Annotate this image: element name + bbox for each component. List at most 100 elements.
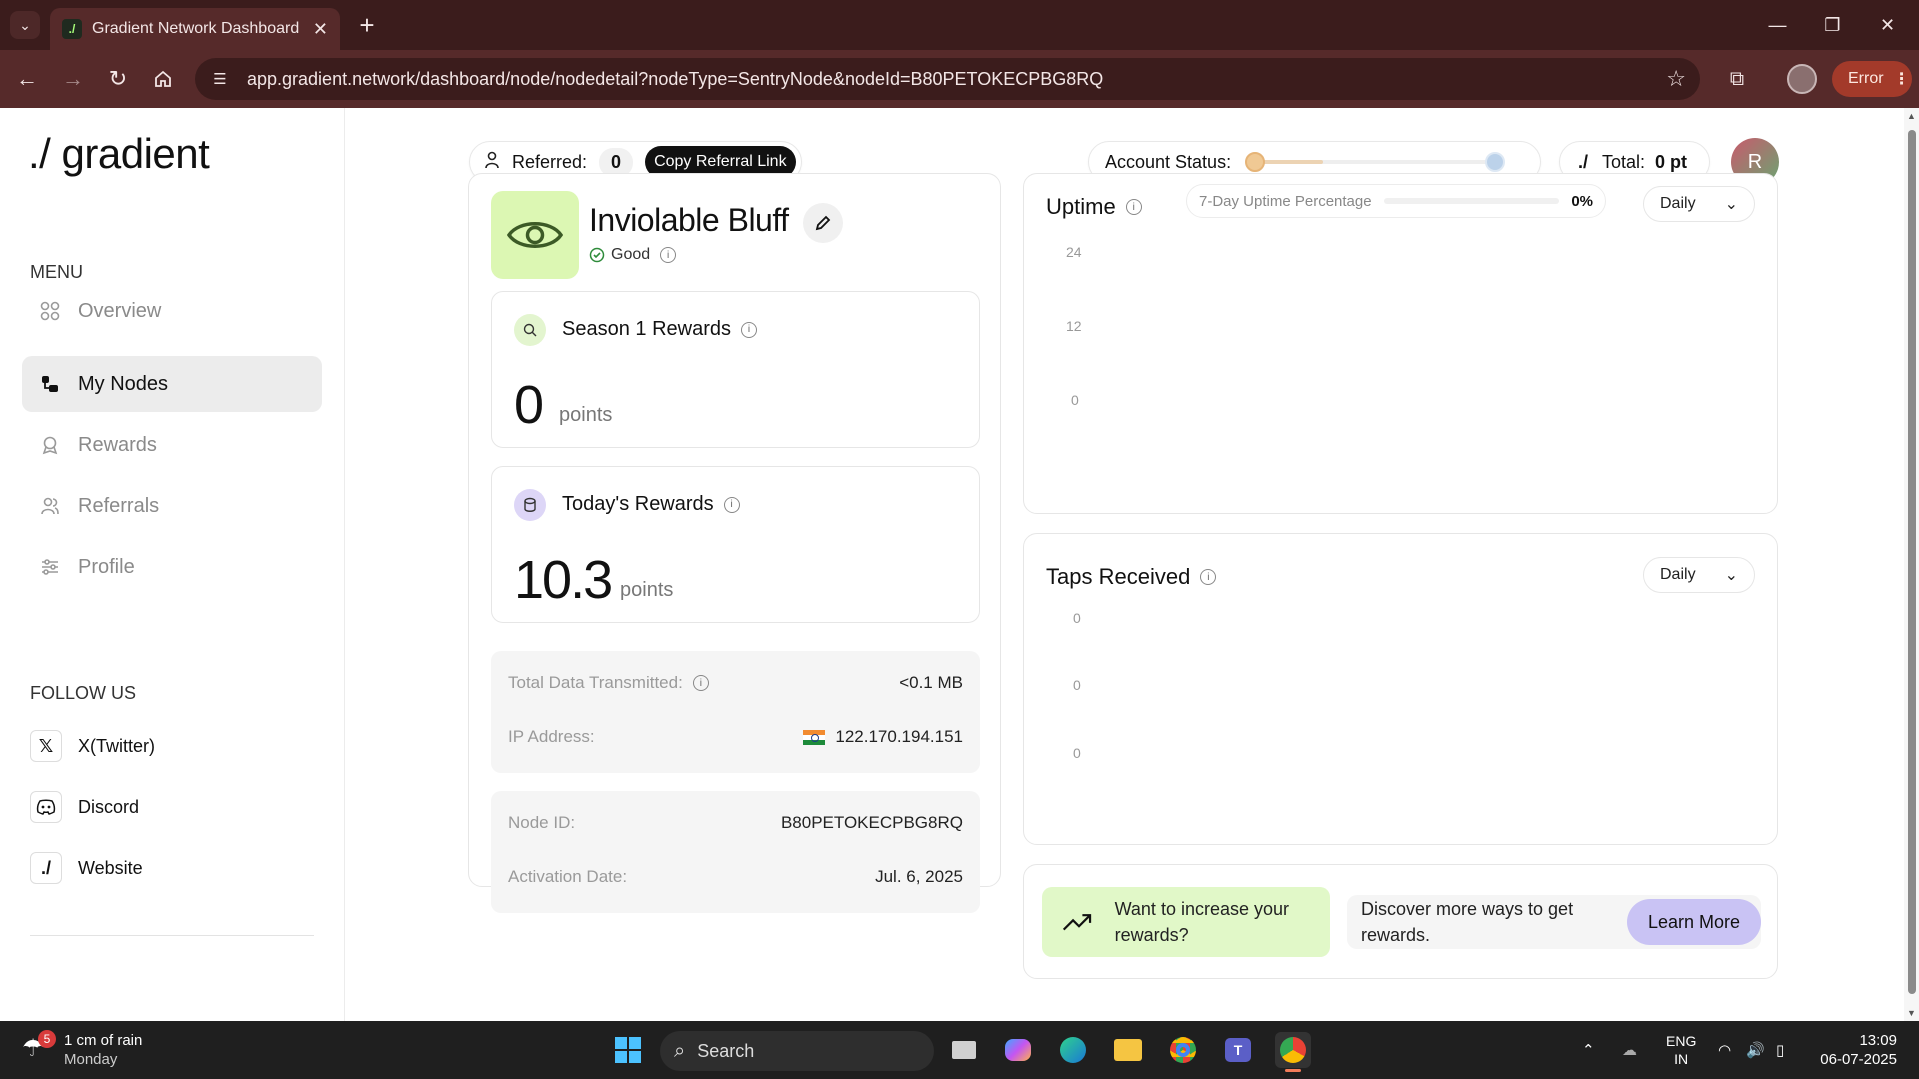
chevron-down-icon: ⌄: [19, 16, 31, 33]
promo-card: Want to increase your rewards? Discover …: [1023, 864, 1778, 979]
scroll-up-icon[interactable]: ▲: [1907, 111, 1916, 121]
info-icon[interactable]: i: [723, 496, 740, 513]
taps-tick: 0: [1073, 610, 1081, 626]
show-hidden-icons[interactable]: ⌃: [1582, 1021, 1595, 1079]
info-row-data: Total Data Transmitted: i <0.1 MB: [508, 673, 963, 693]
browser-tab-bar: ⌄ ./ Gradient Network Dashboard ✕ + ― ❐ …: [0, 0, 1919, 50]
clock-date: 06-07-2025: [1820, 1051, 1897, 1068]
windows-taskbar: ☂ 5 1 cm of rain Monday ⌕ Search T ⌃ ☁ E…: [0, 1021, 1919, 1079]
new-tab-button[interactable]: +: [352, 10, 382, 40]
info-icon[interactable]: i: [1125, 199, 1142, 215]
x-icon: 𝕏: [30, 730, 62, 762]
taps-received-card: Taps Received i Daily ⌄ 0 0 0: [1023, 533, 1778, 845]
edge-icon[interactable]: [1055, 1032, 1091, 1068]
activation-value: Jul. 6, 2025: [875, 867, 963, 886]
info-icon[interactable]: i: [740, 321, 757, 338]
info-row-ip: IP Address: 122.170.194.151: [508, 727, 963, 747]
node-detail-card: Inviolable Bluff Good i Season 1 Rewards…: [468, 173, 1001, 913]
wifi-icon[interactable]: ◠: [1718, 1021, 1731, 1079]
uptime-period-select[interactable]: Daily ⌄: [1643, 186, 1755, 222]
total-data-value: <0.1 MB: [899, 673, 963, 692]
file-explorer-icon[interactable]: [1110, 1032, 1146, 1068]
node-id-info: Node ID: B80PETOKECPBG8RQ Activation Dat…: [491, 791, 980, 913]
task-view-icon[interactable]: [946, 1032, 982, 1068]
tab-search-button[interactable]: ⌄: [10, 11, 40, 39]
teams-icon[interactable]: T: [1220, 1032, 1256, 1068]
node-id-value: B80PETOKECPBG8RQ: [780, 813, 963, 832]
social-link-website[interactable]: ./ Website: [30, 850, 143, 886]
social-link-twitter[interactable]: 𝕏 X(Twitter): [30, 728, 155, 764]
close-window-button[interactable]: ✕: [1860, 0, 1915, 50]
sidebar: ./ gradient MENU Overview My Nodes Rewar…: [0, 108, 345, 1021]
taps-period-select[interactable]: Daily ⌄: [1643, 557, 1755, 593]
address-bar[interactable]: ☰ app.gradient.network/dashboard/node/no…: [195, 58, 1700, 100]
browser-error-button[interactable]: Error ⋮: [1832, 61, 1912, 97]
bookmark-star-icon[interactable]: ☆: [1666, 66, 1686, 92]
sidebar-item-profile[interactable]: Profile: [22, 539, 322, 595]
chrome-active-icon[interactable]: [1275, 1032, 1311, 1072]
gradient-logo[interactable]: ./ gradient: [28, 130, 210, 178]
taps-title: Taps Received i: [1046, 564, 1217, 590]
season-rewards-value: 0: [514, 375, 544, 435]
node-status-text: Good: [611, 246, 651, 263]
onedrive-icon[interactable]: ☁: [1622, 1021, 1637, 1079]
more-menu-icon: ⋮: [1893, 71, 1910, 88]
home-button[interactable]: [148, 64, 178, 94]
sidebar-item-my-nodes[interactable]: My Nodes: [22, 356, 322, 412]
info-icon[interactable]: i: [692, 675, 709, 691]
taps-tick: 0: [1073, 745, 1081, 761]
system-clock[interactable]: 13:09 06-07-2025: [1820, 1031, 1897, 1069]
sidebar-item-rewards[interactable]: Rewards: [22, 417, 322, 473]
site-info-icon[interactable]: ☰: [207, 66, 233, 92]
close-tab-icon[interactable]: ✕: [313, 19, 328, 40]
chevron-down-icon: ⌄: [1724, 567, 1738, 584]
back-button[interactable]: ←: [12, 64, 42, 94]
sidebar-item-referrals[interactable]: Referrals: [22, 478, 322, 534]
page-scrollbar[interactable]: ▲ ▼: [1904, 108, 1919, 1021]
scrollbar-thumb[interactable]: [1908, 130, 1916, 994]
taskbar-search[interactable]: ⌕ Search: [660, 1031, 934, 1071]
sidebar-item-overview[interactable]: Overview: [22, 283, 322, 339]
info-icon[interactable]: i: [660, 247, 677, 263]
activation-label: Activation Date:: [508, 867, 628, 886]
weather-widget[interactable]: ☂ 5 1 cm of rain Monday: [22, 1030, 142, 1069]
url-text: app.gradient.network/dashboard/node/node…: [247, 68, 1104, 89]
node-name: Inviolable Bluff: [589, 202, 789, 238]
node-id-label: Node ID:: [508, 813, 576, 832]
today-rewards-unit: points: [620, 579, 674, 601]
users-icon: [38, 494, 62, 518]
uptime-pill-value: 0%: [1571, 192, 1593, 210]
today-rewards-title-text: Today's Rewards: [562, 493, 714, 515]
copilot-icon[interactable]: [1000, 1032, 1036, 1068]
forward-button[interactable]: →: [58, 64, 88, 94]
uptime-tick: 24: [1066, 244, 1082, 260]
node-network-info: Total Data Transmitted: i <0.1 MB IP Addr…: [491, 651, 980, 773]
reload-button[interactable]: ↻: [103, 64, 133, 94]
extensions-icon[interactable]: ⧉: [1722, 64, 1752, 94]
scroll-down-icon[interactable]: ▼: [1907, 1008, 1916, 1018]
language-indicator[interactable]: ENG IN: [1666, 1021, 1696, 1079]
battery-icon[interactable]: ▯: [1776, 1021, 1784, 1079]
india-flag-icon: [803, 729, 826, 745]
chrome-icon[interactable]: [1165, 1032, 1201, 1068]
dashboard-page: ./ gradient MENU Overview My Nodes Rewar…: [0, 108, 1904, 1021]
social-link-discord[interactable]: Discord: [30, 789, 139, 825]
volume-icon[interactable]: 🔊: [1746, 1021, 1765, 1079]
edit-node-name-button[interactable]: [803, 203, 843, 243]
restore-window-button[interactable]: ❐: [1805, 0, 1860, 50]
check-circle-icon: [589, 247, 605, 263]
sidebar-item-label: Referrals: [78, 494, 160, 517]
info-icon[interactable]: i: [1200, 569, 1217, 585]
increase-rewards-banner: Want to increase your rewards?: [1042, 887, 1330, 957]
windows-start-icon[interactable]: [610, 1032, 646, 1068]
home-icon: [155, 70, 171, 87]
browser-tab[interactable]: ./ Gradient Network Dashboard ✕: [50, 8, 340, 50]
minimize-window-button[interactable]: ―: [1750, 0, 1805, 50]
sidebar-item-label: Profile: [78, 555, 135, 578]
learn-more-button[interactable]: Learn More: [1627, 899, 1761, 945]
browser-profile-avatar[interactable]: [1787, 64, 1817, 94]
referral-user-icon: [484, 151, 500, 174]
today-rewards-card: Today's Rewards i 10.3 points: [491, 466, 980, 623]
chevron-up-icon: ⌃: [1582, 1042, 1595, 1059]
total-data-label: Total Data Transmitted:: [508, 673, 683, 692]
